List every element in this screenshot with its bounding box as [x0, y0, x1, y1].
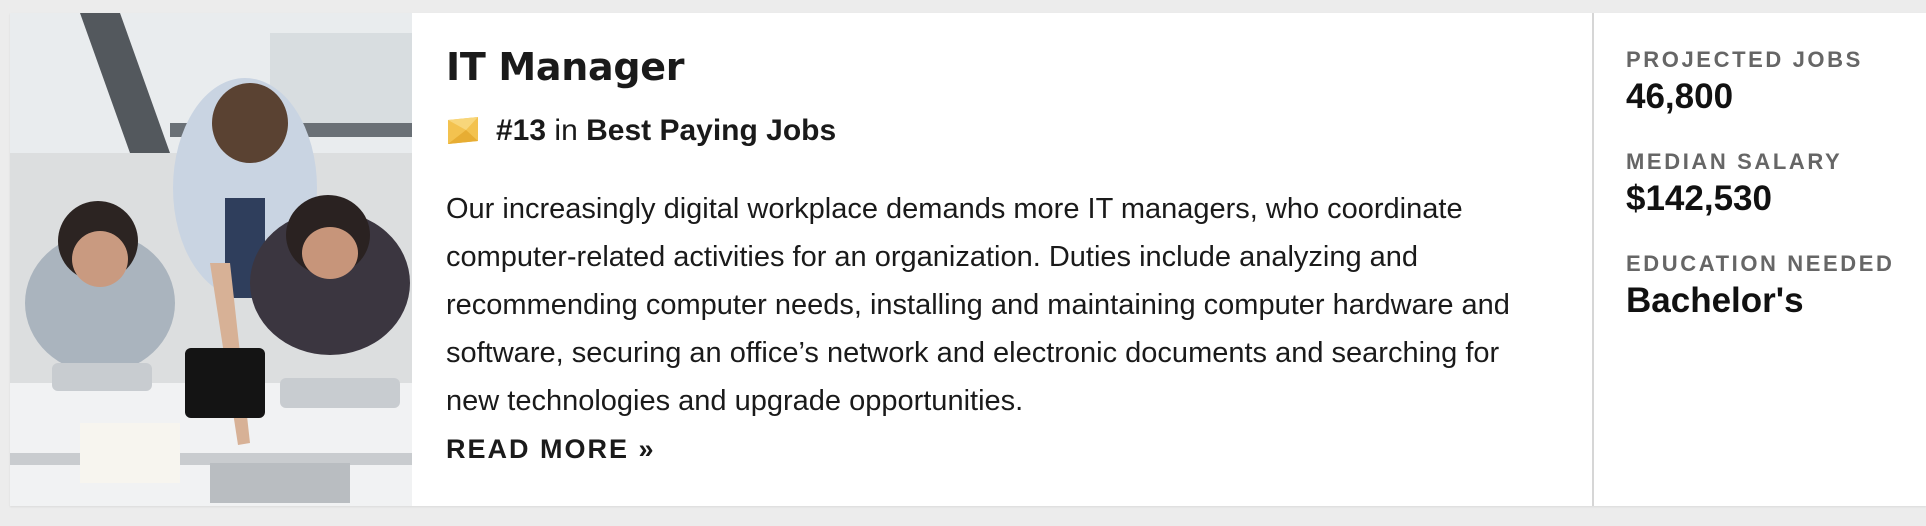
office-workers-image — [10, 13, 412, 506]
rank-connector: in — [554, 114, 578, 147]
stat-projected-jobs: PROJECTED JOBS 46,800 — [1626, 47, 1926, 119]
read-more-link[interactable]: READ MORE » — [446, 427, 656, 471]
job-photo[interactable] — [10, 13, 412, 506]
stat-education-needed: EDUCATION NEEDED Bachelor's — [1626, 251, 1926, 323]
job-stats: PROJECTED JOBS 46,800 MEDIAN SALARY $142… — [1594, 13, 1926, 506]
stat-label: EDUCATION NEEDED — [1626, 251, 1895, 276]
stat-value: 46,800 — [1626, 77, 1734, 116]
job-description: Our increasingly digital workplace deman… — [446, 193, 1510, 417]
job-rank: #13 in Best Paying Jobs — [446, 111, 1552, 151]
job-summary: IT Manager #13 in Best Paying Jobs Our i… — [412, 13, 1594, 506]
stat-value: Bachelor's — [1626, 281, 1804, 320]
stat-label: PROJECTED JOBS — [1626, 47, 1863, 72]
stat-label: MEDIAN SALARY — [1626, 149, 1843, 174]
rank-number: #13 — [496, 114, 547, 147]
job-card: IT Manager #13 in Best Paying Jobs Our i… — [10, 13, 1926, 506]
ribbon-badge-icon — [446, 116, 480, 146]
stat-median-salary: MEDIAN SALARY $142,530 — [1626, 149, 1926, 221]
rank-text: #13 in Best Paying Jobs — [496, 114, 836, 148]
stat-value: $142,530 — [1626, 179, 1772, 218]
rank-list-link[interactable]: Best Paying Jobs — [586, 114, 836, 147]
job-title[interactable]: IT Manager — [446, 43, 1552, 91]
